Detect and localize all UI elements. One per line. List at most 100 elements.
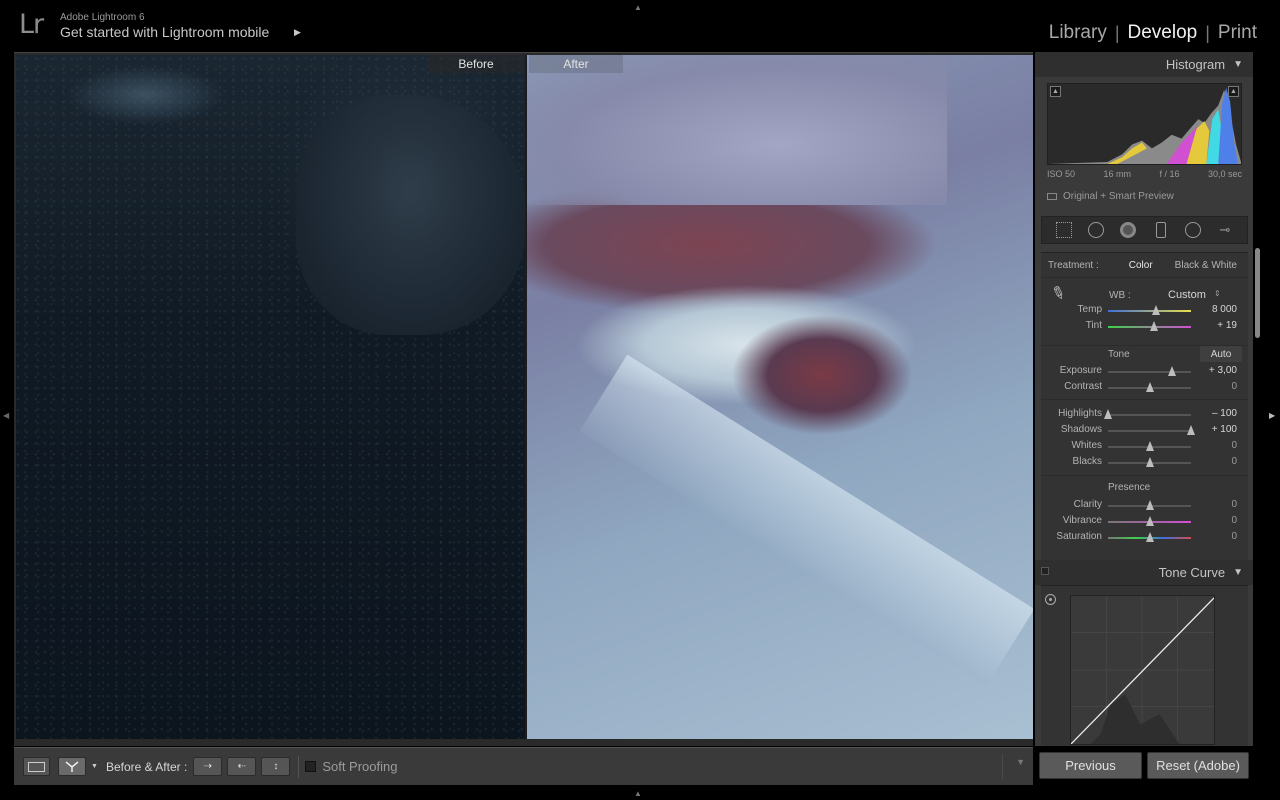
slider-value[interactable]: + 3,00 — [1209, 365, 1237, 376]
copy-before-to-after-button[interactable]: ⇢ — [193, 757, 223, 776]
soft-proofing-label[interactable]: Soft Proofing — [322, 759, 397, 774]
red-eye-tool-icon[interactable] — [1119, 221, 1137, 239]
saturation-slider[interactable]: Saturation 0 — [1041, 531, 1248, 545]
toolbar-separator — [1002, 754, 1003, 780]
contrast-slider[interactable]: Contrast 0 — [1041, 381, 1248, 395]
toolbar-content-dropdown-icon[interactable]: ▼ — [1016, 757, 1025, 767]
wb-preset-dropdown[interactable]: Custom — [1168, 289, 1206, 301]
top-panel-toggle-icon[interactable]: ▲ — [634, 3, 642, 12]
group-separator — [1041, 399, 1248, 400]
whites-slider[interactable]: Whites 0 — [1041, 440, 1248, 454]
slider-value[interactable]: + 100 — [1212, 424, 1237, 435]
slider-thumb[interactable] — [1150, 321, 1159, 331]
slider-value[interactable]: 0 — [1231, 499, 1237, 510]
slider-track[interactable] — [1108, 366, 1191, 376]
slider-label: Blacks — [1072, 456, 1102, 467]
slider-track[interactable] — [1108, 532, 1191, 542]
slider-value[interactable]: 0 — [1231, 531, 1237, 542]
shadow-clipping-toggle[interactable]: ▲ — [1050, 86, 1061, 97]
shadows-slider[interactable]: Shadows + 100 — [1041, 424, 1248, 438]
collapse-triangle-icon[interactable]: ▼ — [1233, 59, 1243, 70]
soft-proofing-checkbox[interactable] — [305, 761, 317, 772]
slider-thumb[interactable] — [1167, 366, 1176, 376]
auto-tone-button[interactable]: Auto — [1200, 346, 1242, 362]
slider-thumb[interactable] — [1145, 382, 1154, 392]
histogram-title: Histogram — [1165, 57, 1226, 72]
slider-thumb[interactable] — [1104, 409, 1112, 419]
radial-filter-tool-icon[interactable] — [1184, 221, 1202, 239]
reset-adobe-button[interactable]: Reset (Adobe) — [1147, 752, 1249, 779]
treatment-color-option[interactable]: Color — [1129, 260, 1153, 271]
slider-value[interactable]: 0 — [1231, 440, 1237, 451]
slider-track[interactable] — [1108, 500, 1191, 510]
slider-thumb[interactable] — [1145, 441, 1154, 451]
play-arrow-icon[interactable]: ▶ — [294, 27, 301, 38]
slider-label: Highlights — [1058, 408, 1102, 419]
treatment-bw-option[interactable]: Black & White — [1175, 260, 1237, 271]
histogram-graph[interactable]: ▲ ▲ — [1047, 83, 1242, 165]
slider-thumb[interactable] — [1145, 500, 1154, 510]
histogram-header[interactable]: Histogram ▼ — [1035, 52, 1253, 77]
graduated-filter-tool-icon[interactable] — [1152, 221, 1170, 239]
before-image[interactable] — [16, 55, 525, 739]
highlights-slider[interactable]: Highlights – 100 — [1041, 408, 1248, 422]
slider-track[interactable] — [1108, 305, 1191, 315]
slider-thumb[interactable] — [1145, 516, 1154, 526]
module-picker: Library | Develop | Print — [1049, 22, 1257, 44]
module-develop[interactable]: Develop — [1128, 22, 1198, 44]
slider-value[interactable]: 0 — [1231, 456, 1237, 467]
tone-curve-enable-toggle[interactable] — [1041, 567, 1049, 575]
shutter-speed-value: 30,0 sec — [1207, 169, 1242, 179]
view-mode-dropdown-icon[interactable]: ▼ — [91, 763, 98, 770]
left-panel-toggle-icon[interactable]: ◀ — [3, 411, 9, 420]
slider-track[interactable] — [1108, 321, 1191, 331]
clarity-slider[interactable]: Clarity 0 — [1041, 499, 1248, 513]
tone-curve-header[interactable]: Tone Curve ▼ — [1035, 560, 1253, 585]
right-panel-scrollbar[interactable] — [1255, 248, 1260, 338]
adjustment-brush-tool-icon[interactable]: ⊸ — [1216, 221, 1234, 239]
slider-value[interactable]: – 100 — [1212, 408, 1237, 419]
slider-value[interactable]: + 19 — [1217, 320, 1237, 331]
module-print[interactable]: Print — [1218, 22, 1257, 44]
tone-curve-title: Tone Curve — [1158, 565, 1226, 580]
highlight-clipping-toggle[interactable]: ▲ — [1228, 86, 1239, 97]
slider-track[interactable] — [1108, 425, 1195, 435]
slider-track[interactable] — [1108, 457, 1191, 467]
slider-track[interactable] — [1108, 516, 1191, 526]
image-view[interactable]: Before After — [14, 52, 1033, 746]
slider-value[interactable]: 8 000 — [1212, 304, 1237, 315]
mobile-promo-link[interactable]: Get started with Lightroom mobile — [60, 24, 269, 40]
slider-value[interactable]: 0 — [1231, 515, 1237, 526]
loupe-view-button[interactable] — [23, 757, 50, 776]
develop-tool-strip: ⊸ — [1041, 216, 1248, 244]
tint-slider[interactable]: Tint + 19 — [1041, 320, 1248, 334]
exposure-slider[interactable]: Exposure + 3,00 — [1041, 365, 1248, 379]
slider-thumb[interactable] — [1145, 532, 1154, 542]
slider-value[interactable]: 0 — [1231, 381, 1237, 392]
targeted-adjustment-icon[interactable] — [1045, 594, 1056, 605]
before-after-view-button[interactable] — [58, 757, 86, 776]
after-image[interactable] — [527, 55, 1033, 739]
vibrance-slider[interactable]: Vibrance 0 — [1041, 515, 1248, 529]
slider-thumb[interactable] — [1152, 305, 1161, 315]
collapse-triangle-icon[interactable]: ▼ — [1233, 567, 1243, 578]
copy-after-to-before-button[interactable]: ⇠ — [227, 757, 257, 776]
slider-thumb[interactable] — [1145, 457, 1154, 467]
spot-removal-tool-icon[interactable] — [1087, 221, 1105, 239]
slider-thumb[interactable] — [1187, 425, 1195, 435]
temp-slider[interactable]: Temp 8 000 — [1041, 304, 1248, 318]
filmstrip-toggle-icon[interactable]: ▲ — [634, 789, 642, 798]
slider-track[interactable] — [1104, 409, 1191, 419]
tone-curve-graph[interactable] — [1070, 595, 1215, 745]
blacks-slider[interactable]: Blacks 0 — [1041, 456, 1248, 470]
slider-track[interactable] — [1108, 382, 1191, 392]
eyedropper-icon[interactable]: ✎ — [1048, 282, 1068, 306]
crop-tool-icon[interactable] — [1055, 221, 1073, 239]
module-library[interactable]: Library — [1049, 22, 1107, 44]
right-panel-toggle-icon[interactable]: ▶ — [1269, 411, 1275, 420]
previous-button[interactable]: Previous — [1039, 752, 1142, 779]
smart-preview-status[interactable]: Original + Smart Preview — [1047, 191, 1174, 202]
slider-track[interactable] — [1108, 441, 1191, 451]
updown-icon[interactable]: ⇕ — [1214, 289, 1221, 298]
swap-before-after-button[interactable]: ↕ — [261, 757, 291, 776]
